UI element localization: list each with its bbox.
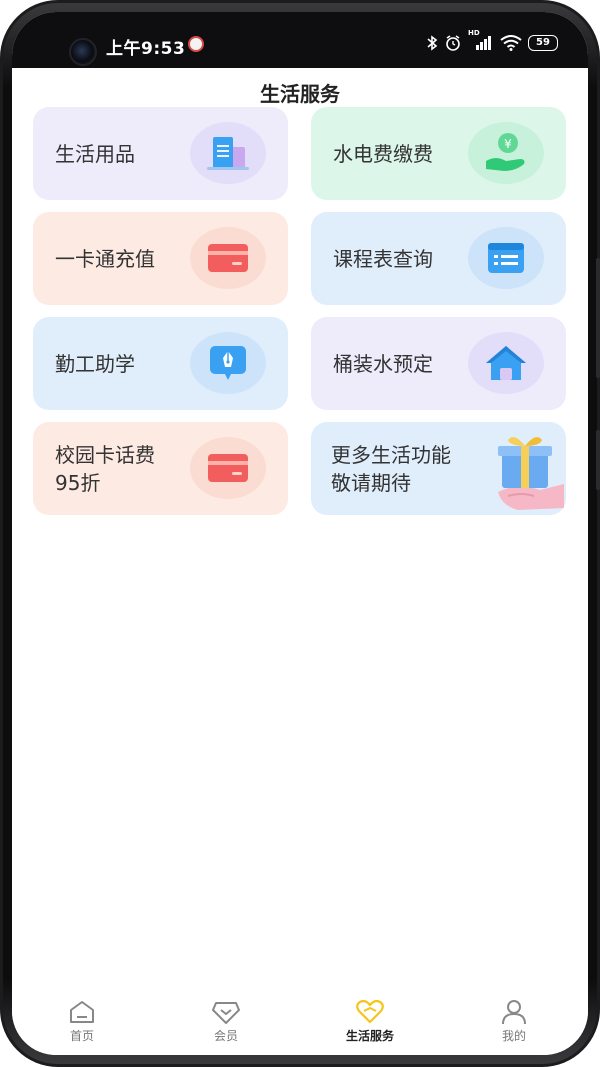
icon-bubble: [190, 122, 266, 184]
service-card-schedule-query[interactable]: 课程表查询: [311, 212, 566, 305]
battery-indicator: 59: [528, 35, 558, 51]
status-bar: 上午9:53 HD 59: [12, 12, 588, 68]
home-icon: [70, 1001, 94, 1023]
nav-item-home[interactable]: 首页: [32, 985, 132, 1045]
service-card-utility-payment[interactable]: 水电费缴费 ¥: [311, 107, 566, 200]
power-button: [596, 430, 600, 490]
service-label: 一卡通充值: [55, 246, 155, 271]
front-camera: [69, 38, 97, 66]
signal-icon: HD: [468, 29, 494, 51]
yuan-hand-icon: ¥: [486, 133, 525, 171]
icon-bubble: [190, 437, 266, 499]
service-label: 水电费缴费: [333, 141, 433, 166]
service-label: 桶装水预定: [333, 351, 433, 376]
nav-item-member[interactable]: 会员: [176, 985, 276, 1045]
nav-label: 首页: [69, 1029, 94, 1043]
bluetooth-icon: [427, 35, 438, 51]
service-label: 更多生活功能 敬请期待: [331, 442, 451, 495]
phone-frame: 上午9:53 HD 59 生活服务 生活用品 水电费缴费 ¥ 一卡通充值 课程表…: [0, 0, 600, 1067]
member-icon: [212, 1002, 240, 1024]
wifi-icon: [500, 35, 522, 51]
icon-bubble: [190, 227, 266, 289]
service-label: 勤工助学: [55, 351, 135, 376]
gift-hand-icon: [498, 437, 564, 510]
nav-item-profile[interactable]: 我的: [464, 985, 564, 1045]
service-label: 校园卡话费 95折: [55, 442, 155, 495]
volume-button: [596, 258, 600, 378]
service-card-more-coming-soon[interactable]: 更多生活功能 敬请期待: [311, 422, 566, 515]
icon-bubble: [190, 332, 266, 394]
nav-item-life-services[interactable]: 生活服务: [320, 985, 420, 1045]
svg-text:¥: ¥: [504, 137, 512, 151]
service-card-phone-bill-discount[interactable]: 校园卡话费 95折: [33, 422, 288, 515]
schedule-icon: [488, 243, 524, 273]
icon-bubble: ¥: [468, 122, 544, 184]
service-card-daily-goods[interactable]: 生活用品: [33, 107, 288, 200]
pen-chat-icon: [210, 346, 246, 380]
bottom-nav: 首页 会员 生活服务 我的: [12, 985, 588, 1055]
screen: 上午9:53 HD 59 生活服务 生活用品 水电费缴费 ¥ 一卡通充值 课程表…: [12, 12, 588, 1055]
service-card-bottled-water[interactable]: 桶装水预定: [311, 317, 566, 410]
service-card-work-study[interactable]: 勤工助学: [33, 317, 288, 410]
card-icon: [208, 244, 248, 272]
nav-label: 我的: [501, 1029, 526, 1043]
heart-icon: [356, 999, 384, 1024]
page-title: 生活服务: [260, 82, 340, 106]
nav-label: 会员: [213, 1029, 238, 1043]
service-label: 生活用品: [55, 141, 135, 166]
user-icon: [502, 1000, 526, 1025]
service-card-campus-card-topup[interactable]: 一卡通充值: [33, 212, 288, 305]
gift-hand-illustration: [488, 430, 566, 510]
icon-bubble: [468, 332, 544, 394]
icon-bubble: [468, 227, 544, 289]
service-label: 课程表查询: [333, 246, 433, 271]
nav-label: 生活服务: [345, 1029, 394, 1043]
house-icon: [486, 346, 526, 380]
status-time: 上午9:53: [106, 39, 186, 59]
status-icons: HD 59: [426, 29, 558, 52]
notification-app-icon: [188, 36, 204, 52]
documents-icon: [207, 137, 249, 170]
alarm-icon: [446, 35, 460, 51]
card-icon: [208, 454, 248, 482]
